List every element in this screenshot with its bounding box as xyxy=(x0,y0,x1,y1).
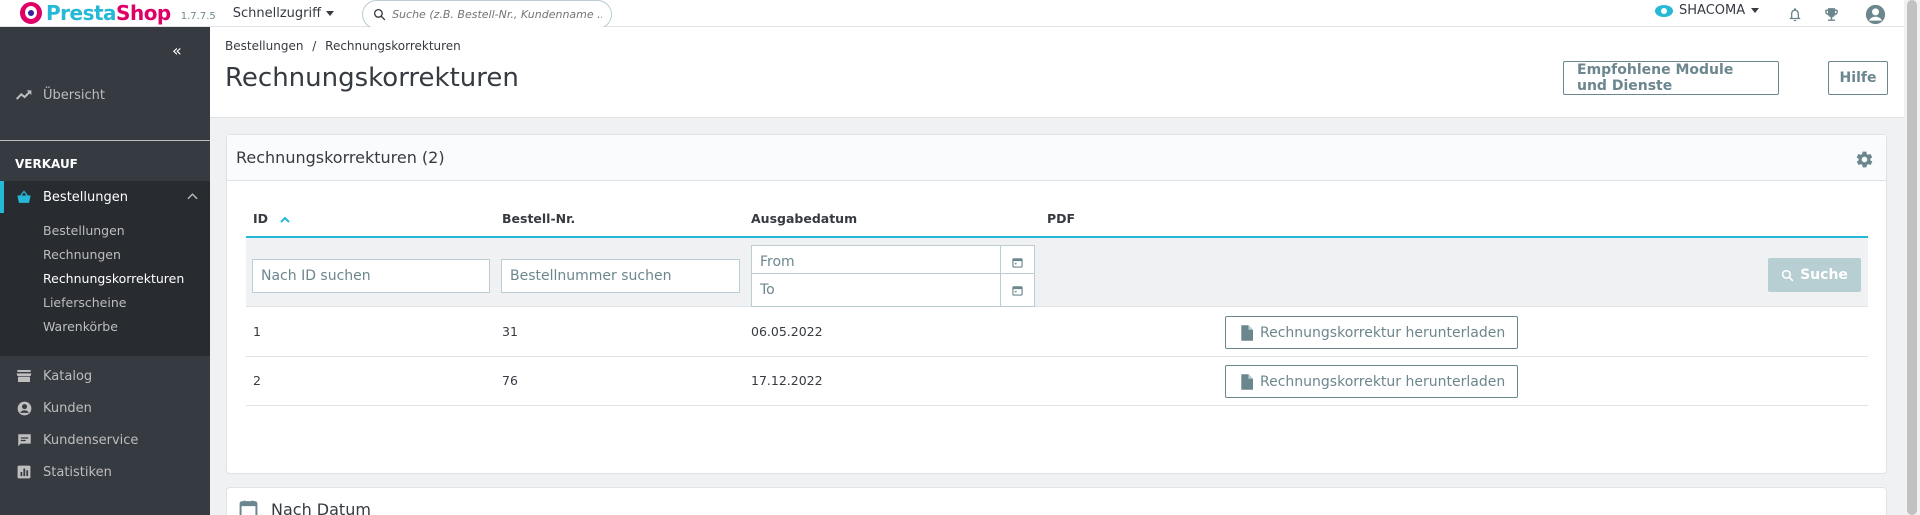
table-row: 2 76 17.12.2022 Rechnungskorrektur herun… xyxy=(246,357,1868,406)
sidebar-item-label: Kundenservice xyxy=(43,432,139,448)
breadcrumb-separator: / xyxy=(312,39,317,53)
search-button[interactable]: Suche xyxy=(1768,258,1861,292)
sidebar-item-overview[interactable]: Übersicht xyxy=(0,79,210,111)
sort-asc-icon[interactable] xyxy=(280,216,291,223)
quick-access-dropdown[interactable]: Schnellzugriff xyxy=(232,5,335,21)
cell-id: 1 xyxy=(253,324,261,339)
grid-title: Rechnungskorrekturen (2) xyxy=(236,148,445,167)
chat-icon xyxy=(16,432,32,448)
filter-row: Nach ID suchen Bestellnummer suchen From… xyxy=(246,238,1868,307)
search-button-label: Suche xyxy=(1800,267,1848,283)
column-header-date[interactable]: Ausgabedatum xyxy=(751,211,857,226)
prestashop-logo-icon xyxy=(20,2,42,24)
shop-selector[interactable]: SHACOMA xyxy=(1655,3,1760,18)
sidebar-item-orders[interactable]: Bestellungen xyxy=(0,181,210,213)
submenu-item-credit-slips[interactable]: Rechnungskorrekturen xyxy=(43,271,184,286)
column-header-id[interactable]: ID xyxy=(253,211,291,226)
document-icon xyxy=(1241,324,1253,341)
eye-icon xyxy=(1655,4,1673,17)
sidebar-divider xyxy=(0,140,210,141)
collapse-sidebar-icon[interactable]: « xyxy=(172,41,182,60)
prestashop-logo[interactable]: PrestaShop 1.7.7.5 xyxy=(20,1,216,25)
scrollbar-thumb[interactable] xyxy=(1907,0,1917,515)
calendar-icon xyxy=(239,499,258,515)
filter-order-input[interactable]: Bestellnummer suchen xyxy=(501,259,740,293)
table-row: 1 31 06.05.2022 Rechnungskorrektur herun… xyxy=(246,308,1868,357)
logo-text: PrestaShop xyxy=(46,1,171,25)
bar-chart-icon xyxy=(16,464,32,480)
trending-up-icon xyxy=(16,87,32,103)
column-header-pdf: PDF xyxy=(1047,211,1076,226)
credit-slips-grid-card: Rechnungskorrekturen (2) ID Bestell-Nr. … xyxy=(226,134,1887,474)
filter-id-input[interactable]: Nach ID suchen xyxy=(252,259,490,293)
quick-access-label: Schnellzugriff xyxy=(232,5,322,21)
download-credit-slip-button[interactable]: Rechnungskorrektur herunterladen xyxy=(1225,316,1518,349)
account-circle-icon xyxy=(16,400,32,416)
cell-date: 06.05.2022 xyxy=(751,324,823,339)
cell-date: 17.12.2022 xyxy=(751,373,823,388)
top-bar: PrestaShop 1.7.7.5 Schnellzugriff xyxy=(0,0,1920,29)
page-scrollbar[interactable] xyxy=(1904,0,1920,515)
breadcrumb: Bestellungen / Rechnungskorrekturen xyxy=(225,39,461,53)
breadcrumb-current: Rechnungskorrekturen xyxy=(325,39,461,53)
sidebar-item-catalog[interactable]: Katalog xyxy=(0,360,210,392)
version-label: 1.7.7.5 xyxy=(180,10,216,22)
date-to-placeholder: To xyxy=(760,282,775,298)
chevron-up-icon xyxy=(187,189,198,204)
sidebar-item-statistics[interactable]: Statistiken xyxy=(0,456,210,488)
page-header: Bestellungen / Rechnungskorrekturen Rech… xyxy=(210,27,1910,118)
download-label: Rechnungskorrektur herunterladen xyxy=(1260,324,1506,341)
sidebar-item-customers[interactable]: Kunden xyxy=(0,392,210,424)
cell-order: 31 xyxy=(502,324,518,339)
download-credit-slip-button[interactable]: Rechnungskorrektur herunterladen xyxy=(1225,365,1518,398)
by-date-card: Nach Datum xyxy=(226,487,1887,515)
chevron-down-icon xyxy=(326,10,335,16)
user-account-icon[interactable] xyxy=(1864,3,1886,25)
cell-id: 2 xyxy=(253,373,261,388)
column-header-order[interactable]: Bestell-Nr. xyxy=(502,211,575,226)
sidebar-item-label: Statistiken xyxy=(43,464,112,480)
cell-order: 76 xyxy=(502,373,518,388)
shop-name: SHACOMA xyxy=(1679,3,1746,18)
basket-icon xyxy=(16,189,32,205)
orders-submenu: Bestellungen Rechnungen Rechnungskorrekt… xyxy=(0,213,210,356)
breadcrumb-link-orders[interactable]: Bestellungen xyxy=(225,39,303,53)
search-box[interactable] xyxy=(362,0,613,29)
help-button[interactable]: Hilfe xyxy=(1828,61,1888,95)
store-icon xyxy=(16,368,32,384)
by-date-title: Nach Datum xyxy=(271,500,371,515)
date-from-placeholder: From xyxy=(760,254,795,270)
download-label: Rechnungskorrektur herunterladen xyxy=(1260,373,1506,390)
calendar-icon[interactable] xyxy=(1000,274,1034,306)
submenu-item-delivery-slips[interactable]: Lieferscheine xyxy=(43,295,126,310)
sidebar-item-label: Bestellungen xyxy=(43,189,128,205)
sidebar-item-label: Kunden xyxy=(43,400,92,416)
search-icon xyxy=(374,8,386,20)
submenu-item-orders[interactable]: Bestellungen xyxy=(43,223,125,238)
submenu-item-carts[interactable]: Warenkörbe xyxy=(43,319,118,334)
grid-header: Rechnungskorrekturen (2) xyxy=(227,135,1886,181)
recommended-modules-button[interactable]: Empfohlene Module und Dienste xyxy=(1563,61,1779,95)
sidebar-item-label: Übersicht xyxy=(43,87,105,103)
filter-date-to[interactable]: To xyxy=(751,273,1035,307)
sidebar-section-sales: VERKAUF xyxy=(15,157,78,171)
sidebar: « Übersicht VERKAUF Bestellungen Bestell… xyxy=(0,27,210,515)
bell-icon[interactable] xyxy=(1784,3,1806,25)
page-title: Rechnungskorrekturen xyxy=(225,63,519,93)
gear-icon[interactable] xyxy=(1855,150,1874,173)
trophy-icon[interactable] xyxy=(1820,3,1842,25)
search-input[interactable] xyxy=(392,7,603,21)
search-icon xyxy=(1781,269,1794,281)
chevron-down-icon xyxy=(1751,8,1760,13)
document-icon xyxy=(1241,373,1253,390)
sidebar-item-customer-service[interactable]: Kundenservice xyxy=(0,424,210,456)
sidebar-item-label: Katalog xyxy=(43,368,93,384)
submenu-item-invoices[interactable]: Rechnungen xyxy=(43,247,121,262)
